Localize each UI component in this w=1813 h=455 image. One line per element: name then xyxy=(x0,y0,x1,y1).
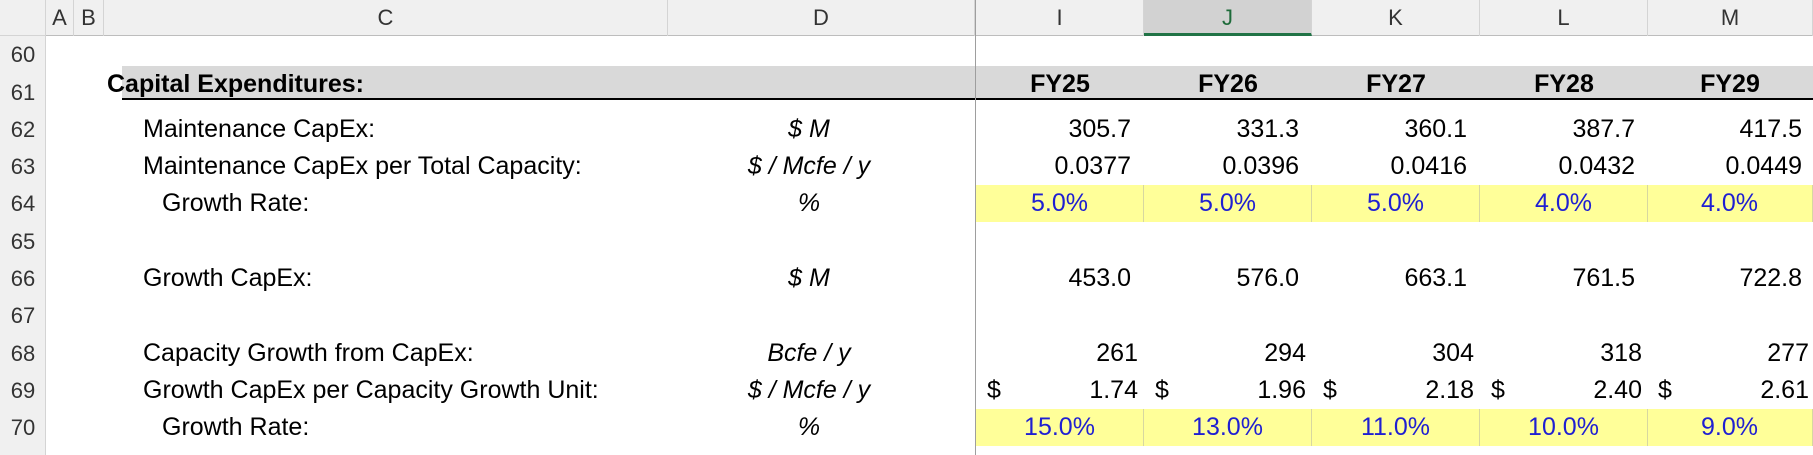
growth-capex-growth-rate-label[interactable]: Growth Rate: xyxy=(162,409,309,446)
growth-capex-growth-rate-fy26[interactable]: 13.0% xyxy=(1144,409,1311,446)
growth-capex-fy28[interactable]: 761.5 xyxy=(1485,260,1635,297)
row-header[interactable]: 66 xyxy=(0,260,46,297)
freeze-pane-divider xyxy=(975,0,976,455)
growth-capex-per-unit-fy29[interactable]: 2.61 xyxy=(1659,372,1809,409)
year-header-fy28[interactable]: FY28 xyxy=(1480,66,1648,103)
row-header[interactable]: 60 xyxy=(0,36,46,73)
select-all-corner[interactable] xyxy=(0,0,46,36)
row-header[interactable]: 69 xyxy=(0,372,46,409)
growth-capex-growth-rate-unit[interactable]: % xyxy=(699,409,919,446)
column-header-d[interactable]: D xyxy=(668,0,975,36)
year-header-fy25[interactable]: FY25 xyxy=(976,66,1144,103)
row-header[interactable]: 61 xyxy=(0,74,46,111)
growth-capex-growth-rate-fy28[interactable]: 10.0% xyxy=(1480,409,1647,446)
column-header-c[interactable]: C xyxy=(104,0,668,36)
maintenance-capex-per-capacity-fy26[interactable]: 0.0396 xyxy=(1149,148,1299,185)
growth-capex-label[interactable]: Growth CapEx: xyxy=(143,260,313,297)
capacity-growth-fy26[interactable]: 294 xyxy=(1156,335,1306,372)
growth-capex-growth-rate-fy27[interactable]: 11.0% xyxy=(1312,409,1479,446)
maintenance-capex-per-capacity-fy28[interactable]: 0.0432 xyxy=(1485,148,1635,185)
maintenance-capex-unit[interactable]: $ M xyxy=(699,111,919,148)
maintenance-growth-rate-label[interactable]: Growth Rate: xyxy=(162,185,309,222)
maintenance-growth-rate-unit[interactable]: % xyxy=(699,185,919,222)
capacity-growth-fy25[interactable]: 261 xyxy=(988,335,1138,372)
growth-capex-per-unit-fy28[interactable]: 2.40 xyxy=(1492,372,1642,409)
row-header[interactable]: 68 xyxy=(0,335,46,372)
row-header[interactable]: 65 xyxy=(0,223,46,260)
growth-capex-fy25[interactable]: 453.0 xyxy=(981,260,1131,297)
growth-capex-growth-rate-fy25[interactable]: 15.0% xyxy=(976,409,1143,446)
maintenance-capex-per-capacity-label[interactable]: Maintenance CapEx per Total Capacity: xyxy=(143,148,582,185)
year-header-fy26[interactable]: FY26 xyxy=(1144,66,1312,103)
maintenance-capex-fy29[interactable]: 417.5 xyxy=(1652,111,1802,148)
capacity-growth-fy28[interactable]: 318 xyxy=(1492,335,1642,372)
section-title[interactable]: Capital Expenditures: xyxy=(107,66,364,103)
capacity-growth-label[interactable]: Capacity Growth from CapEx: xyxy=(143,335,474,372)
year-header-fy27[interactable]: FY27 xyxy=(1312,66,1480,103)
capacity-growth-fy29[interactable]: 277 xyxy=(1659,335,1809,372)
growth-capex-per-unit-fy26[interactable]: 1.96 xyxy=(1156,372,1306,409)
column-header-a[interactable]: A xyxy=(46,0,74,36)
maintenance-growth-rate-fy27[interactable]: 5.0% xyxy=(1312,185,1479,222)
capacity-growth-fy27[interactable]: 304 xyxy=(1324,335,1474,372)
growth-capex-per-unit-fy27[interactable]: 2.18 xyxy=(1324,372,1474,409)
row-header[interactable]: 62 xyxy=(0,111,46,148)
capacity-growth-unit[interactable]: Bcfe / y xyxy=(699,335,919,372)
growth-capex-unit[interactable]: $ M xyxy=(699,260,919,297)
column-headers: A B C D I J K L M xyxy=(46,0,1813,36)
column-header-i[interactable]: I xyxy=(976,0,1144,36)
row-header[interactable]: 64 xyxy=(0,185,46,222)
maintenance-capex-fy28[interactable]: 387.7 xyxy=(1485,111,1635,148)
maintenance-growth-rate-fy29[interactable]: 4.0% xyxy=(1646,185,1813,222)
column-header-b[interactable]: B xyxy=(74,0,104,36)
maintenance-capex-per-capacity-unit[interactable]: $ / Mcfe / y xyxy=(699,148,919,185)
growth-capex-per-unit-label[interactable]: Growth CapEx per Capacity Growth Unit: xyxy=(143,372,599,409)
maintenance-capex-fy27[interactable]: 360.1 xyxy=(1317,111,1467,148)
column-header-m[interactable]: M xyxy=(1648,0,1813,36)
maintenance-growth-rate-fy28[interactable]: 4.0% xyxy=(1480,185,1647,222)
growth-capex-per-unit-fy25[interactable]: 1.74 xyxy=(988,372,1138,409)
growth-capex-fy26[interactable]: 576.0 xyxy=(1149,260,1299,297)
column-header-l[interactable]: L xyxy=(1480,0,1648,36)
row-headers: 60 61 62 63 64 65 66 67 68 69 70 xyxy=(0,36,46,455)
maintenance-growth-rate-fy25[interactable]: 5.0% xyxy=(976,185,1143,222)
row-header[interactable]: 63 xyxy=(0,148,46,185)
maintenance-capex-fy26[interactable]: 331.3 xyxy=(1149,111,1299,148)
year-header-fy29[interactable]: FY29 xyxy=(1646,66,1813,103)
row-header[interactable]: 67 xyxy=(0,297,46,334)
growth-capex-fy29[interactable]: 722.8 xyxy=(1652,260,1802,297)
growth-capex-fy27[interactable]: 663.1 xyxy=(1317,260,1467,297)
maintenance-capex-label[interactable]: Maintenance CapEx: xyxy=(143,111,375,148)
worksheet-grid[interactable]: Capital Expenditures: FY25 FY26 FY27 FY2… xyxy=(46,36,1813,455)
maintenance-capex-per-capacity-fy25[interactable]: 0.0377 xyxy=(981,148,1131,185)
maintenance-growth-rate-fy26[interactable]: 5.0% xyxy=(1144,185,1311,222)
growth-capex-growth-rate-fy29[interactable]: 9.0% xyxy=(1646,409,1813,446)
column-header-j[interactable]: J xyxy=(1144,0,1312,36)
maintenance-capex-per-capacity-fy29[interactable]: 0.0449 xyxy=(1652,148,1802,185)
maintenance-capex-fy25[interactable]: 305.7 xyxy=(981,111,1131,148)
growth-capex-per-unit-unit[interactable]: $ / Mcfe / y xyxy=(699,372,919,409)
column-header-k[interactable]: K xyxy=(1312,0,1480,36)
maintenance-capex-per-capacity-fy27[interactable]: 0.0416 xyxy=(1317,148,1467,185)
row-header[interactable]: 70 xyxy=(0,409,46,446)
